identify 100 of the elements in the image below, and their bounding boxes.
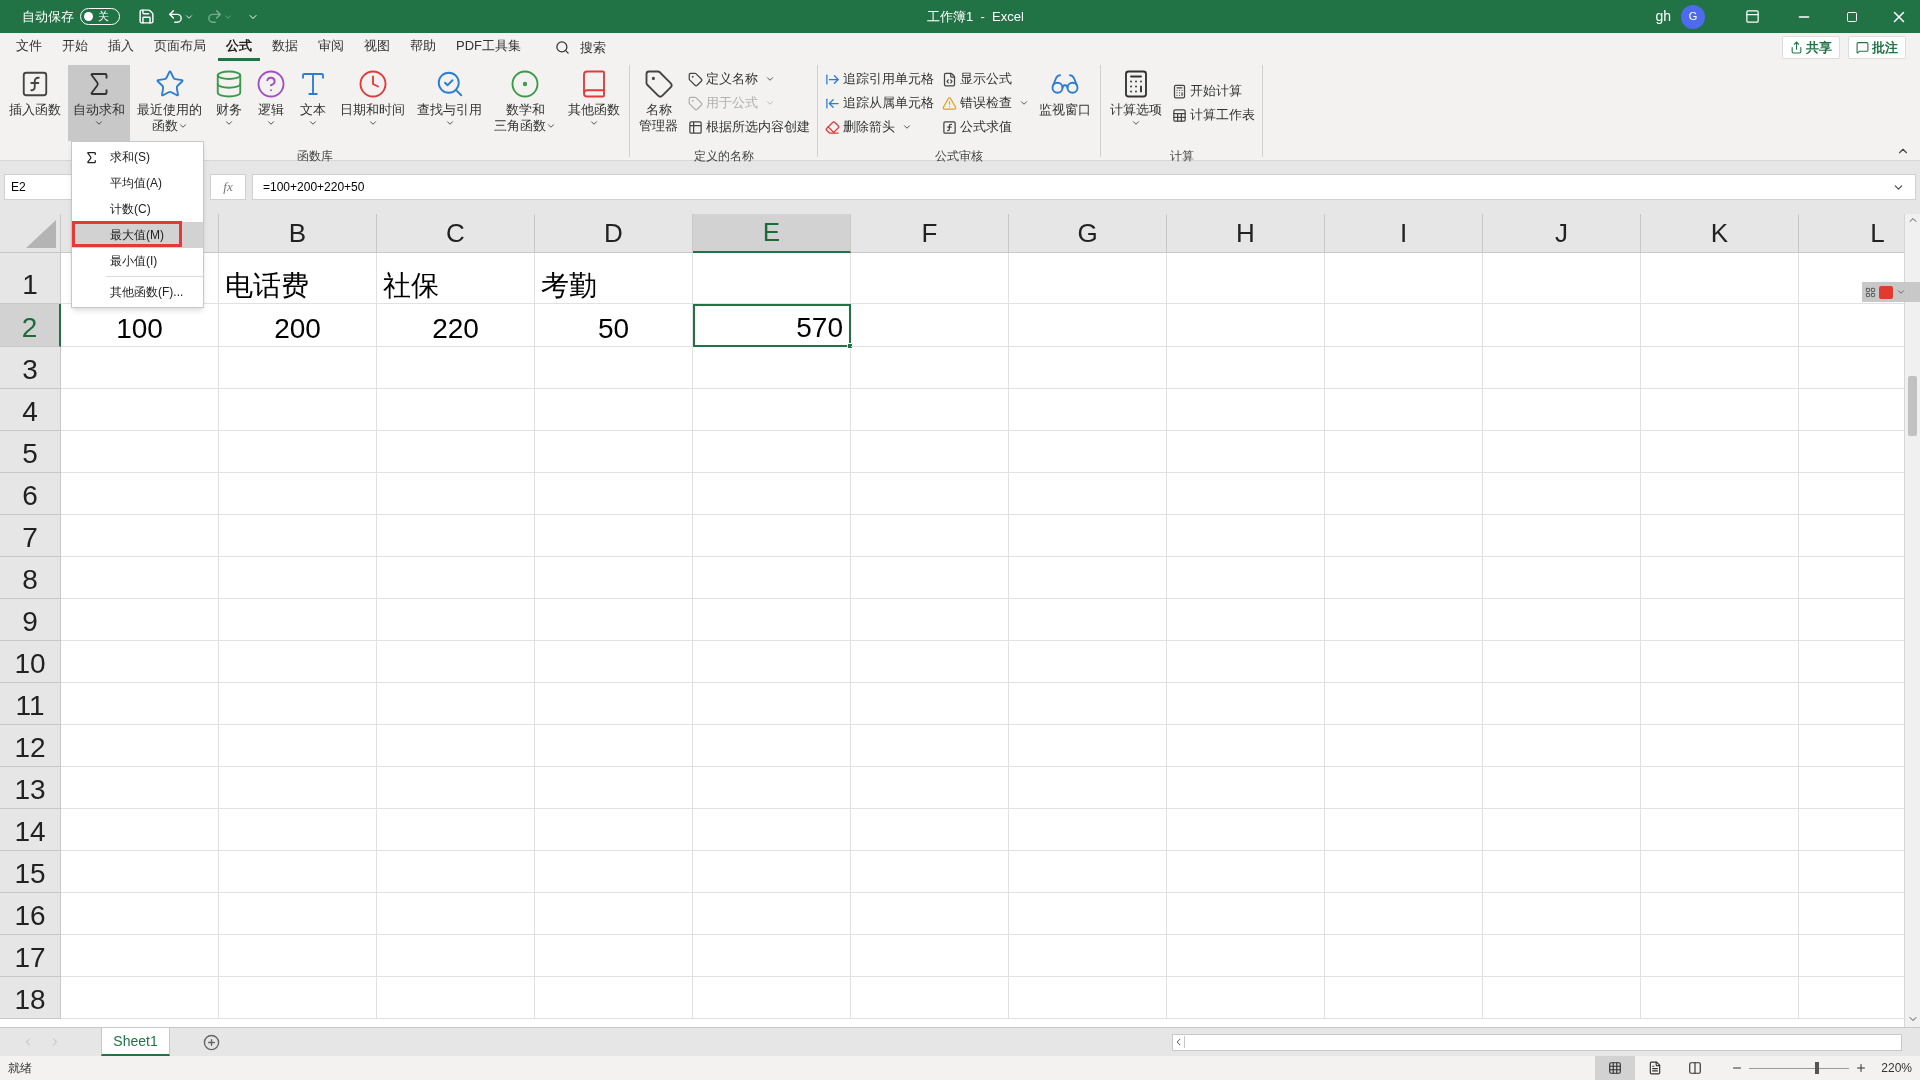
row-header[interactable]: 14 (0, 809, 61, 851)
zoom-in-icon[interactable] (1855, 1062, 1868, 1074)
row-header[interactable]: 5 (0, 431, 61, 473)
ribbon-button[interactable]: 计算工作表 (1169, 103, 1258, 127)
row-header[interactable]: 17 (0, 935, 61, 977)
ribbon-button[interactable]: 其他函数 (563, 65, 625, 141)
caret-icon (1896, 287, 1906, 297)
save-icon[interactable] (138, 8, 155, 25)
column-header[interactable]: J (1483, 214, 1641, 253)
row-header[interactable]: 1 (0, 253, 61, 304)
menu-tab[interactable]: 文件 (8, 34, 50, 61)
menu-tab[interactable]: 审阅 (310, 34, 352, 61)
ribbon-button[interactable]: 最近使用的 函数 (132, 65, 207, 141)
menu-tab[interactable]: 数据 (264, 34, 306, 61)
tool-icon (688, 71, 703, 87)
column-header[interactable]: F (851, 214, 1009, 253)
fill-handle[interactable] (847, 343, 853, 349)
add-sheet-icon[interactable] (203, 1033, 220, 1051)
row-header[interactable]: 18 (0, 977, 61, 1019)
row-header[interactable]: 11 (0, 683, 61, 725)
ribbon-button[interactable]: 文本 (293, 65, 333, 141)
ribbon-button[interactable]: 财务 (209, 65, 249, 141)
ribbon-button[interactable]: 根据所选内容创建 (685, 115, 813, 139)
row-header[interactable]: 4 (0, 389, 61, 431)
menu-item[interactable]: 其他函数(F)... (72, 279, 203, 305)
ribbon-button[interactable]: 显示公式 (939, 67, 1032, 91)
row-header[interactable]: 13 (0, 767, 61, 809)
menu-tab[interactable]: 开始 (54, 34, 96, 61)
undo-icon[interactable] (167, 8, 184, 25)
scroll-thumb[interactable] (1908, 376, 1917, 436)
zoom-level[interactable]: 220% (1881, 1059, 1912, 1077)
menu-item[interactable]: 求和(S) (72, 144, 203, 170)
menu-item[interactable]: 平均值(A) (72, 170, 203, 196)
menu-tab[interactable]: 页面布局 (146, 34, 214, 61)
column-header[interactable]: B (219, 214, 377, 253)
horizontal-scrollbar[interactable] (1172, 1033, 1902, 1051)
tool-icon (942, 119, 957, 135)
sheet-tab[interactable]: Sheet1 (101, 1028, 170, 1056)
ribbon-button[interactable]: 逻辑 (251, 65, 291, 141)
ribbon-button[interactable]: 开始计算 (1169, 79, 1258, 103)
ribbon-button[interactable]: 查找与引用 (412, 65, 487, 141)
table-cell: 220 (377, 304, 535, 347)
corner-triangle-icon (26, 220, 56, 248)
row-header[interactable]: 3 (0, 347, 61, 389)
ribbon-button[interactable]: 追踪引用单元格 (822, 67, 937, 91)
zoom-slider[interactable] (1749, 1062, 1850, 1074)
ribbon-button[interactable]: 公式求值 (939, 115, 1032, 139)
menu-item[interactable]: 最小值(I) (72, 248, 203, 274)
ribbon-button[interactable]: 插入函数 (4, 65, 66, 141)
tool-icon (942, 71, 957, 87)
column-header[interactable]: E (693, 214, 851, 253)
share-button[interactable]: 共享 (1782, 36, 1840, 59)
insert-function-button[interactable]: fx (210, 174, 246, 200)
comments-button[interactable]: 批注 (1848, 36, 1906, 59)
grid-icon (1865, 286, 1876, 298)
search-label[interactable]: 搜索 (580, 37, 606, 58)
ribbon-display-icon[interactable] (1745, 9, 1760, 24)
user-avatar[interactable]: G (1681, 4, 1705, 29)
column-header[interactable]: C (377, 214, 535, 253)
menu-tab[interactable]: 插入 (100, 34, 142, 61)
menu-tab[interactable]: 帮助 (402, 34, 444, 61)
column-header[interactable]: I (1325, 214, 1483, 253)
menu-tab[interactable]: PDF工具集 (448, 34, 529, 61)
row-header[interactable]: 12 (0, 725, 61, 767)
tool-icon (1172, 107, 1187, 123)
search-icon[interactable] (555, 40, 570, 55)
ribbon-button[interactable]: 删除箭头 (822, 115, 937, 139)
menu-item[interactable]: 计数(C) (72, 196, 203, 222)
restore-icon[interactable] (1846, 10, 1858, 23)
ime-toolbar[interactable] (1862, 282, 1920, 302)
ribbon-button[interactable]: 数学和 三角函数 (489, 65, 561, 141)
ribbon-button[interactable]: 名称 管理器 (634, 65, 683, 141)
ribbon-button[interactable]: 监视窗口 (1034, 65, 1096, 141)
menu-tab[interactable]: 视图 (356, 34, 398, 61)
row-header[interactable]: 16 (0, 893, 61, 935)
vertical-scrollbar[interactable] (1904, 214, 1920, 1027)
row-header[interactable]: 10 (0, 641, 61, 683)
ribbon-button[interactable]: 日期和时间 (335, 65, 410, 141)
function-icon (214, 69, 244, 99)
view-button[interactable] (1595, 1056, 1636, 1080)
zoom-thumb[interactable] (1815, 1062, 1820, 1074)
ribbon-button[interactable]: 错误检查 (939, 91, 1032, 115)
row-header[interactable]: 2 (0, 304, 61, 347)
row-header[interactable]: 7 (0, 515, 61, 557)
row-header[interactable]: 6 (0, 473, 61, 515)
caret-icon (367, 118, 378, 128)
group-label: 定义的名称 (693, 148, 754, 165)
column-header[interactable]: H (1167, 214, 1325, 253)
column-header[interactable]: K (1641, 214, 1799, 253)
formula-field[interactable]: =100+200+220+50 (252, 174, 1916, 200)
ribbon-button[interactable]: 计算选项 (1105, 65, 1167, 141)
row-header[interactable]: 15 (0, 851, 61, 893)
group-label: 计算 (1169, 148, 1194, 165)
column-header[interactable]: G (1009, 214, 1167, 253)
row-header[interactable]: 9 (0, 599, 61, 641)
row-header[interactable]: 8 (0, 557, 61, 599)
ribbon-button[interactable]: 自动求和 (68, 65, 130, 141)
tool-icon (942, 95, 957, 111)
ribbon-button[interactable]: 追踪从属单元格 (822, 91, 937, 115)
ribbon-button[interactable]: 定义名称 (685, 67, 813, 91)
